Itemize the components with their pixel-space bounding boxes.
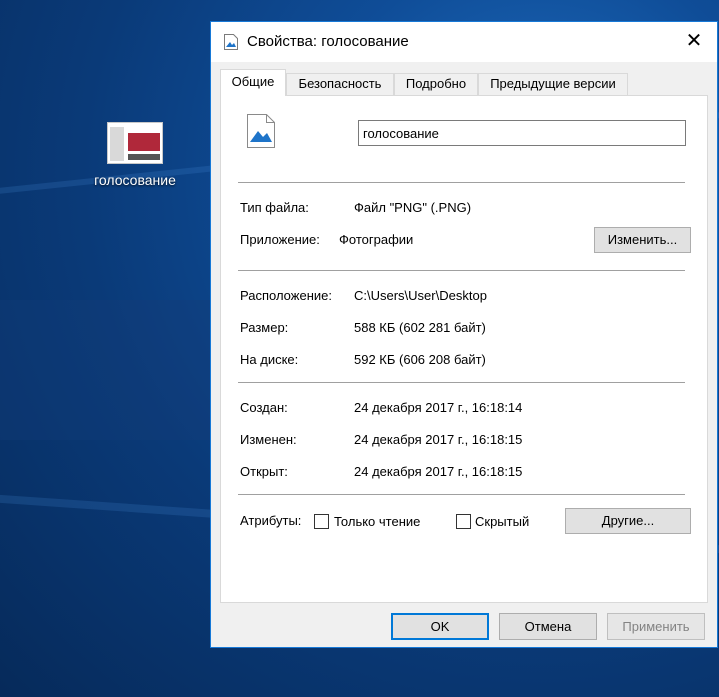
- file-name-input[interactable]: [358, 120, 686, 146]
- readonly-checkbox[interactable]: [314, 514, 329, 529]
- readonly-label[interactable]: Только чтение: [334, 514, 420, 529]
- ok-button[interactable]: OK: [391, 613, 489, 640]
- created-value: 24 декабря 2017 г., 16:18:14: [354, 400, 523, 415]
- apply-button[interactable]: Применить: [607, 613, 705, 640]
- created-label: Создан:: [240, 400, 288, 415]
- divider: [238, 382, 685, 383]
- desktop-icon-label: голосование: [94, 172, 176, 188]
- tab-previous-versions[interactable]: Предыдущие версии: [478, 73, 628, 95]
- modified-value: 24 декабря 2017 г., 16:18:15: [354, 432, 523, 447]
- tab-security[interactable]: Безопасность: [286, 73, 394, 95]
- opened-value: 24 декабря 2017 г., 16:18:15: [354, 464, 523, 479]
- dialog-title: Свойства: голосование: [247, 33, 409, 50]
- tab-general[interactable]: Общие: [220, 69, 286, 96]
- location-value: C:\Users\User\Desktop: [354, 288, 487, 303]
- file-type-label: Тип файла:: [240, 200, 309, 215]
- advanced-attributes-button[interactable]: Другие...: [565, 508, 691, 534]
- modified-label: Изменен:: [240, 432, 297, 447]
- app-value: Фотографии: [339, 232, 414, 247]
- location-label: Расположение:: [240, 288, 332, 303]
- image-file-icon: [224, 34, 238, 50]
- disk-size-label: На диске:: [240, 352, 299, 367]
- opened-label: Открыт:: [240, 464, 288, 479]
- file-thumbnail: [107, 122, 163, 164]
- change-app-button[interactable]: Изменить...: [594, 227, 691, 253]
- tab-details[interactable]: Подробно: [394, 73, 478, 95]
- hidden-checkbox[interactable]: [456, 514, 471, 529]
- divider: [238, 182, 685, 183]
- app-label: Приложение:: [240, 232, 320, 247]
- image-file-icon: [247, 114, 275, 148]
- hidden-label[interactable]: Скрытый: [475, 514, 529, 529]
- attributes-label: Атрибуты:: [240, 513, 302, 528]
- divider: [238, 494, 685, 495]
- cancel-button[interactable]: Отмена: [499, 613, 597, 640]
- close-icon: ✕: [685, 30, 703, 52]
- general-tab-panel: Тип файла: Файл "PNG" (.PNG) Приложение:…: [220, 95, 708, 603]
- close-button[interactable]: ✕: [671, 22, 717, 62]
- size-label: Размер:: [240, 320, 289, 335]
- title-bar[interactable]: Свойства: голосование ✕: [211, 22, 717, 62]
- file-type-value: Файл "PNG" (.PNG): [354, 200, 472, 215]
- size-value: 588 КБ (602 281 байт): [354, 320, 486, 335]
- disk-size-value: 592 КБ (606 208 байт): [354, 352, 486, 367]
- properties-dialog: Свойства: голосование ✕ Общие Безопаснос…: [210, 21, 718, 648]
- desktop-file-icon[interactable]: голосование: [80, 122, 190, 188]
- divider: [238, 270, 685, 271]
